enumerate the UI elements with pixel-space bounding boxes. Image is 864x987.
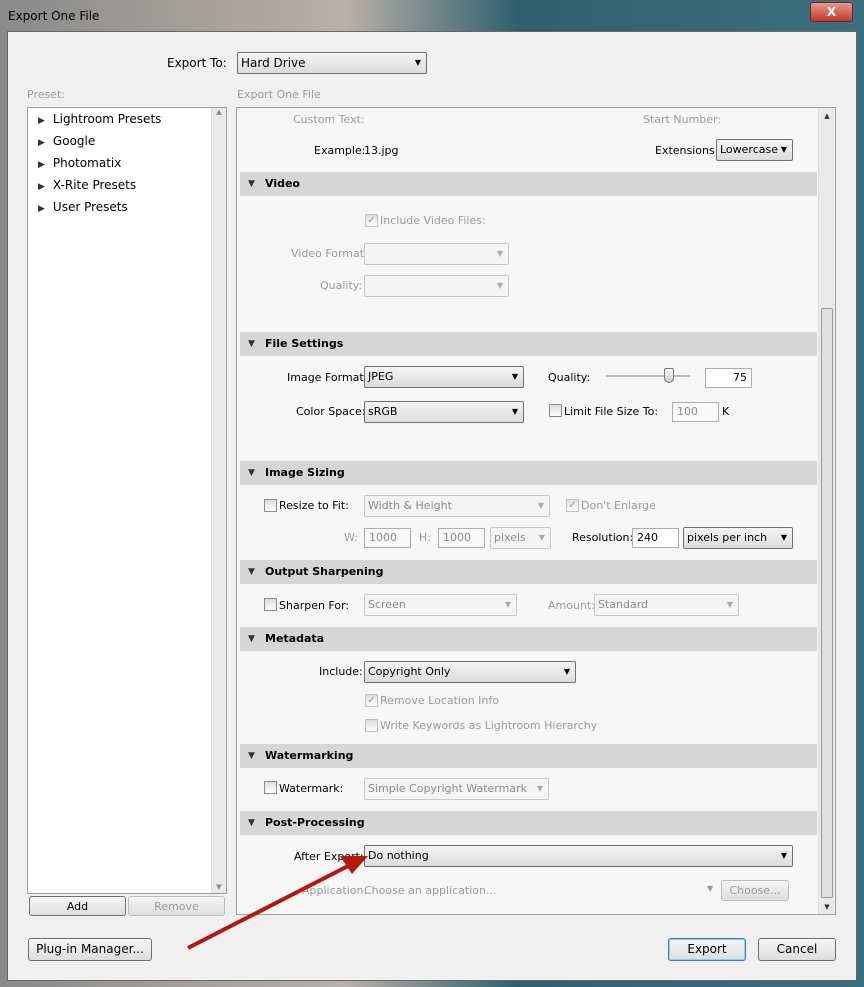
annotation-arrow xyxy=(187,856,368,950)
